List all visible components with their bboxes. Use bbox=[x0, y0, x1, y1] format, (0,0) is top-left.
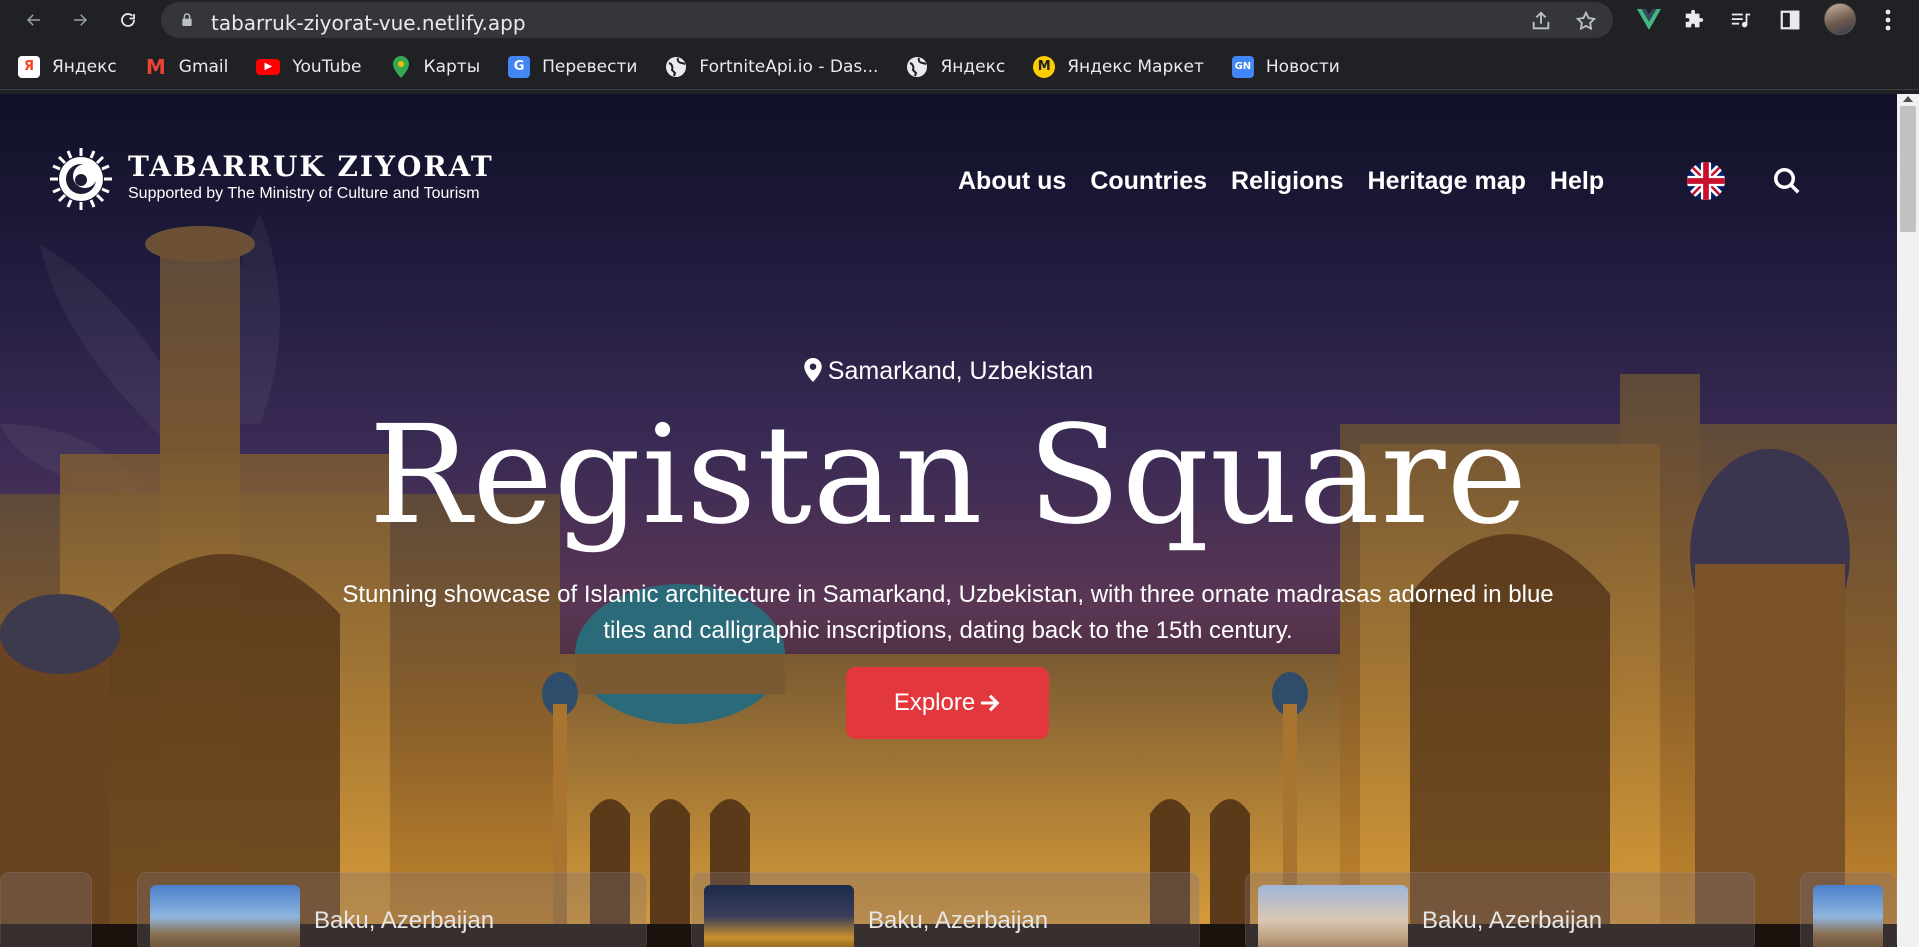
vue-devtools-extension[interactable] bbox=[1635, 6, 1663, 34]
vue-icon bbox=[1637, 9, 1661, 30]
card-label: Baku, Azerbaijan bbox=[314, 907, 495, 934]
bookmark-item[interactable]: GN Новости bbox=[1231, 55, 1340, 78]
bookmark-item[interactable]: Я Яндекс bbox=[18, 55, 117, 78]
tabarruk-logo-icon[interactable] bbox=[48, 146, 114, 212]
bookmark-label: Gmail bbox=[178, 56, 229, 77]
yandex-icon: Я bbox=[18, 55, 40, 78]
reload-icon bbox=[121, 13, 135, 27]
forward-button[interactable] bbox=[66, 6, 94, 34]
brand-subtitle: Supported by The Ministry of Culture and… bbox=[128, 185, 480, 202]
brand-title[interactable]: TABARRUK ZIYORAT bbox=[128, 150, 494, 183]
bookmark-item[interactable]: M Gmail bbox=[145, 54, 229, 79]
bookmark-label: FortniteApi.io - Das... bbox=[699, 56, 879, 77]
nav-about-us[interactable]: About us bbox=[958, 167, 1066, 196]
url-text: tabarruk-ziyorat-vue.netlify.app bbox=[211, 11, 526, 35]
bookmark-label: Яндекс bbox=[52, 56, 117, 77]
playlist-icon bbox=[1731, 13, 1751, 28]
arrow-right-icon bbox=[74, 14, 88, 26]
globe-icon bbox=[906, 56, 928, 78]
kebab-menu-icon bbox=[1885, 9, 1891, 31]
card-label: Baku, Azerbaijan bbox=[1422, 907, 1603, 934]
main-nav: About us Countries Religions Heritage ma… bbox=[958, 166, 1628, 196]
nav-religions[interactable]: Religions bbox=[1231, 167, 1344, 196]
destination-card[interactable]: Baku, Azerbaijan bbox=[137, 872, 647, 947]
side-panel-icon bbox=[1780, 10, 1800, 30]
page-viewport: TABARRUK ZIYORAT Supported by The Minist… bbox=[0, 94, 1919, 947]
bookmark-label: Яндекс bbox=[940, 56, 1006, 77]
bookmark-item[interactable]: M Яндекс Маркет bbox=[1033, 55, 1204, 78]
bookmark-label: Карты bbox=[423, 56, 481, 77]
bookmark-item[interactable]: Карты bbox=[390, 55, 481, 78]
youtube-icon: ▶ bbox=[256, 58, 281, 75]
card-thumbnail bbox=[704, 885, 854, 947]
destination-card[interactable]: Baku, Azerbaijan bbox=[691, 872, 1200, 947]
bookmark-item[interactable]: Яндекс bbox=[906, 56, 1005, 78]
card-label: Baku, Azerbaijan bbox=[868, 907, 1049, 934]
nav-heritage-map[interactable]: Heritage map bbox=[1368, 167, 1526, 196]
destination-card[interactable] bbox=[0, 872, 92, 947]
extensions-button[interactable] bbox=[1680, 6, 1708, 34]
nav-countries[interactable]: Countries bbox=[1090, 167, 1207, 196]
bookmark-label: Новости bbox=[1265, 56, 1340, 77]
nav-help[interactable]: Help bbox=[1550, 167, 1604, 196]
hero-location-text: Samarkand, Uzbekistan bbox=[827, 357, 1094, 385]
bookmark-label: YouTube bbox=[292, 56, 362, 77]
reload-button[interactable] bbox=[114, 6, 142, 34]
back-button[interactable] bbox=[20, 6, 48, 34]
share-icon[interactable] bbox=[1530, 10, 1552, 32]
menu-button[interactable] bbox=[1874, 6, 1902, 34]
star-icon[interactable] bbox=[1575, 10, 1597, 32]
bookmark-item[interactable]: ▶ YouTube bbox=[256, 56, 362, 77]
hero-title: Registan Square bbox=[368, 397, 1529, 555]
search-icon[interactable] bbox=[1772, 166, 1802, 196]
bookmark-item[interactable]: G Перевести bbox=[508, 55, 638, 78]
bookmarks-bar: Я Яндекс M Gmail ▶ YouTube Карты G Перев… bbox=[0, 44, 1919, 90]
browser-toolbar: tabarruk-ziyorat-vue.netlify.app bbox=[0, 0, 1919, 40]
scrollbar-thumb[interactable] bbox=[1900, 106, 1916, 232]
location-pin-icon bbox=[804, 358, 822, 382]
card-thumbnail bbox=[150, 885, 300, 947]
side-panel-button[interactable] bbox=[1776, 6, 1804, 34]
address-bar[interactable]: tabarruk-ziyorat-vue.netlify.app bbox=[161, 2, 1613, 38]
bookmark-item[interactable]: FortniteApi.io - Das... bbox=[665, 56, 878, 78]
hero-location: Samarkand, Uzbekistan bbox=[0, 357, 1897, 386]
maps-icon bbox=[390, 55, 412, 78]
card-thumbnail bbox=[1258, 885, 1408, 947]
yandex-market-icon: M bbox=[1033, 55, 1056, 78]
card-thumbnail bbox=[1813, 885, 1883, 947]
bookmark-label: Перевести bbox=[542, 56, 638, 77]
profile-avatar[interactable] bbox=[1824, 3, 1856, 35]
arrow-left-icon bbox=[26, 14, 40, 26]
media-control-button[interactable] bbox=[1727, 6, 1755, 34]
uk-flag-icon[interactable] bbox=[1687, 162, 1725, 200]
translate-icon: G bbox=[508, 55, 531, 78]
destination-card[interactable] bbox=[1800, 872, 1897, 947]
gmail-icon: M bbox=[145, 54, 166, 79]
globe-icon bbox=[665, 56, 687, 78]
news-icon: GN bbox=[1231, 55, 1254, 78]
hero-description: Stunning showcase of Islamic architectur… bbox=[342, 581, 1554, 644]
explore-label: Explore bbox=[893, 689, 976, 716]
bookmark-label: Яндекс Маркет bbox=[1067, 56, 1204, 77]
explore-button[interactable]: Explore bbox=[846, 667, 1049, 739]
lock-icon bbox=[182, 13, 192, 26]
destination-card[interactable]: Baku, Azerbaijan bbox=[1245, 872, 1755, 947]
puzzle-icon bbox=[1685, 9, 1704, 28]
arrow-right-icon bbox=[981, 694, 1000, 712]
scroll-up-arrow-icon[interactable] bbox=[1903, 96, 1913, 102]
